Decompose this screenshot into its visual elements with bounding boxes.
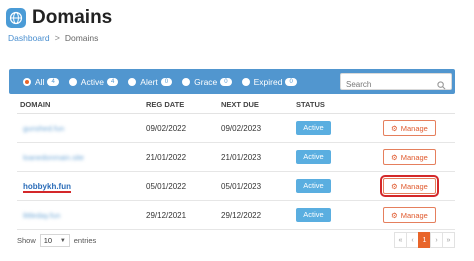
table-row: gunshed.fun 09/02/2022 09/02/2023 Active…: [17, 114, 455, 143]
manage-button-highlighted[interactable]: ⚙ Manage: [380, 175, 439, 197]
page-header: Domains: [6, 7, 112, 29]
filter-active-count: 4: [106, 77, 119, 86]
status-badge: Active: [296, 150, 331, 164]
manage-button[interactable]: ⚙ Manage: [383, 149, 436, 165]
filter-alert[interactable]: Alert 0: [128, 76, 173, 87]
header-reg-date[interactable]: REG DATE: [146, 100, 221, 109]
manage-button-label: Manage: [400, 123, 428, 133]
search-input[interactable]: [341, 77, 433, 92]
radio-all[interactable]: [23, 77, 31, 86]
reg-date-cell: 09/02/2022: [146, 123, 187, 133]
search-box: [340, 73, 452, 92]
filter-expired-label: Expired: [253, 76, 283, 87]
breadcrumb-separator: >: [54, 33, 60, 43]
filter-active[interactable]: Active 4: [68, 76, 119, 87]
show-label: Show: [17, 236, 36, 245]
domains-table: DOMAIN REG DATE NEXT DUE STATUS gunshed.…: [17, 96, 455, 230]
breadcrumb-current: Domains: [64, 33, 99, 43]
table-footer: Show 10 ▼ entries: [17, 234, 96, 247]
next-due-cell: 05/01/2023: [221, 181, 262, 191]
filter-expired[interactable]: Expired 0: [241, 76, 297, 87]
breadcrumb: Dashboard > Domains: [8, 33, 98, 43]
filter-bar: All 4 Active 4 Alert 0 Grace 0 Expired 0: [9, 69, 455, 94]
next-due-cell: 21/01/2023: [221, 152, 262, 162]
filter-alert-count: 0: [160, 77, 173, 86]
filter-active-label: Active: [80, 76, 104, 87]
pagination: « ‹ 1 › »: [394, 232, 455, 248]
page-size-value: 10: [43, 236, 53, 245]
reg-date-cell: 05/01/2022: [146, 181, 187, 191]
status-badge: Active: [296, 179, 331, 193]
header-status[interactable]: STATUS: [296, 100, 367, 109]
domain-link[interactable]: hobbykh.fun: [23, 182, 71, 191]
reg-date-cell: 21/01/2022: [146, 152, 187, 162]
status-badge: Active: [296, 208, 331, 222]
entries-label: entries: [73, 236, 97, 245]
chevron-down-icon: ▼: [59, 237, 66, 244]
breadcrumb-dashboard-link[interactable]: Dashboard: [8, 33, 50, 43]
radio-grace[interactable]: [182, 77, 191, 86]
page-title: Domains: [32, 7, 113, 28]
filter-grace-label: Grace: [194, 76, 218, 87]
gear-icon: ⚙: [391, 210, 398, 220]
table-row: hobbykh.fun 05/01/2022 05/01/2023 Active…: [17, 172, 455, 201]
filter-all[interactable]: All 4: [23, 77, 59, 87]
gear-icon: ⚙: [391, 181, 398, 191]
radio-alert[interactable]: [128, 77, 137, 86]
domain-link[interactable]: littleday.fun: [23, 211, 60, 220]
manage-button-label: Manage: [400, 152, 428, 162]
manage-button[interactable]: ⚙ Manage: [383, 120, 436, 136]
page-size-select[interactable]: 10 ▼: [39, 234, 70, 247]
radio-active[interactable]: [68, 77, 77, 86]
table-row: littleday.fun 29/12/2021 29/12/2022 Acti…: [17, 201, 455, 230]
next-due-cell: 09/02/2023: [221, 123, 262, 133]
filter-expired-count: 0: [285, 77, 297, 86]
filter-alert-label: Alert: [140, 76, 158, 87]
radio-expired[interactable]: [241, 77, 250, 86]
next-due-cell: 29/12/2022: [221, 210, 262, 220]
manage-button-label: Manage: [400, 210, 428, 220]
header-next-due[interactable]: NEXT DUE: [221, 100, 296, 109]
table-row: loanedonmain.site 21/01/2022 21/01/2023 …: [17, 143, 455, 172]
filter-grace-count: 0: [220, 77, 232, 86]
domain-link[interactable]: loanedonmain.site: [23, 153, 84, 162]
table-header: DOMAIN REG DATE NEXT DUE STATUS: [17, 96, 455, 114]
manage-button[interactable]: ⚙ Manage: [383, 207, 436, 223]
filter-all-count: 4: [47, 77, 59, 86]
header-domain[interactable]: DOMAIN: [17, 100, 146, 109]
globe-icon: [6, 8, 26, 28]
gear-icon: ⚙: [391, 123, 398, 133]
status-badge: Active: [296, 121, 331, 135]
manage-button-label: Manage: [400, 181, 428, 191]
filter-grace[interactable]: Grace 0: [182, 77, 232, 87]
domain-link[interactable]: gunshed.fun: [23, 124, 64, 133]
reg-date-cell: 29/12/2021: [146, 210, 187, 220]
search-icon[interactable]: [437, 77, 446, 95]
gear-icon: ⚙: [391, 152, 398, 162]
last-page-button[interactable]: »: [442, 232, 455, 248]
filter-all-label: All: [35, 76, 45, 87]
